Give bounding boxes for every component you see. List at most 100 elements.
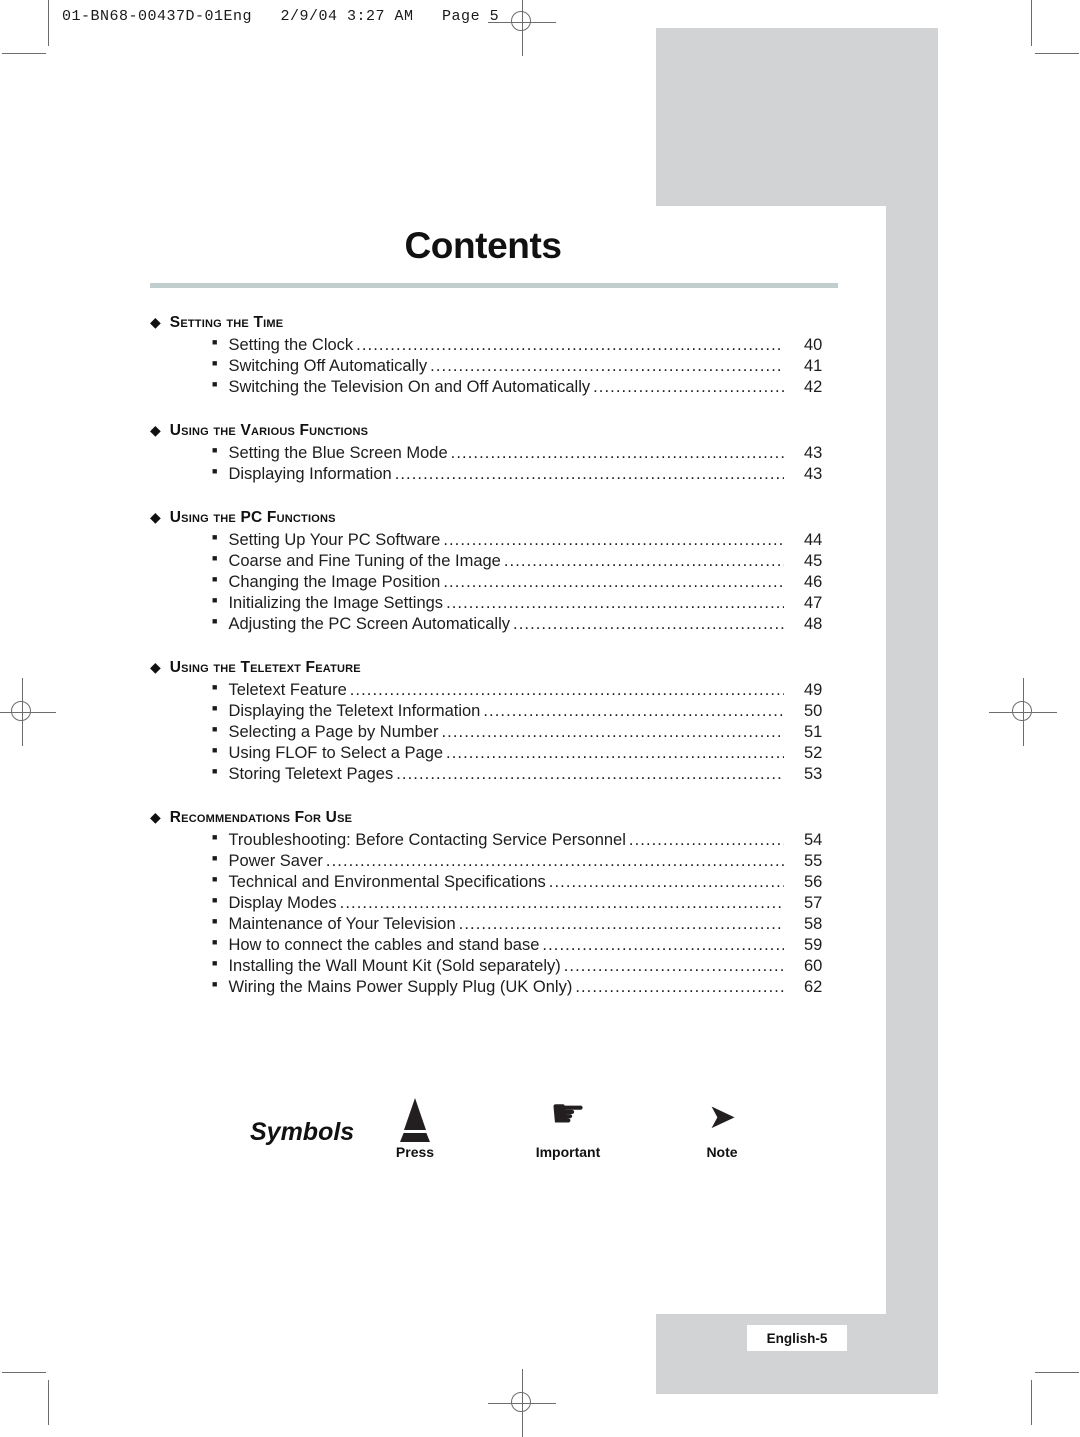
- square-bullet-icon: ■: [212, 766, 218, 776]
- toc-entry[interactable]: ■ Wiring the Mains Power Supply Plug (UK …: [212, 977, 838, 997]
- toc-entry[interactable]: ■ Initializing the Image Settings........…: [212, 593, 838, 613]
- toc-entry-label: Power Saver: [228, 852, 323, 870]
- square-bullet-icon: ■: [212, 358, 218, 368]
- toc-entry[interactable]: ■ Setting the Blue Screen Mode...........…: [212, 443, 838, 463]
- toc-entry[interactable]: ■ Coarse and Fine Tuning of the Image....…: [212, 551, 838, 571]
- press-triangle-icon: [355, 1092, 475, 1144]
- toc-entry-page-number: 51: [804, 723, 823, 741]
- toc-entry-label: Wiring the Mains Power Supply Plug (UK O…: [228, 978, 573, 996]
- note-arrow-icon: ➤: [662, 1092, 782, 1144]
- toc-entry[interactable]: ■ Setting Up Your PC Software............…: [212, 530, 838, 550]
- toc-entry[interactable]: ■ Installing the Wall Mount Kit (Sold sep…: [212, 956, 838, 976]
- toc-entry[interactable]: ■ Maintenance of Your Television.........…: [212, 914, 838, 934]
- toc-entry[interactable]: ■ Selecting a Page by Number.............…: [212, 722, 838, 742]
- leader-dots: ........................................…: [483, 702, 784, 720]
- symbol-note-caption: Note: [706, 1144, 738, 1160]
- toc-entry-label: Switching Off Automatically: [228, 357, 428, 375]
- toc-entry[interactable]: ■ Displaying Information.................…: [212, 464, 838, 484]
- contents-page: Contents ◆ Setting the Time ■ Setting the C…: [150, 225, 838, 1003]
- toc-entry[interactable]: ■ Teletext Feature.......................…: [212, 680, 838, 700]
- toc-entry[interactable]: ■ Using FLOF to Select a Page............…: [212, 743, 838, 763]
- toc-entry[interactable]: ■ Adjusting the PC Screen Automatically..…: [212, 614, 838, 634]
- symbol-important: ☛ Important: [508, 1092, 628, 1160]
- toc-entry[interactable]: ■ Switching Off Automatically............…: [212, 356, 838, 376]
- square-bullet-icon: ■: [212, 937, 218, 947]
- toc-section: ◆ Using the PC Functions ■ Setting Up Your …: [150, 509, 838, 634]
- toc-entry[interactable]: ■ Storing Teletext Pages.................…: [212, 764, 838, 784]
- title-divider: [150, 283, 838, 288]
- toc-entry-label: Selecting a Page by Number: [228, 723, 439, 741]
- toc-section-title: Recommendations For Use: [169, 809, 353, 826]
- toc-entry-page-number: 53: [804, 765, 823, 783]
- toc-entry-page-number: 54: [804, 831, 823, 849]
- toc-section-heading: ◆ Using the PC Functions: [150, 509, 838, 527]
- decorative-gray-column: [886, 206, 938, 1314]
- toc-entry-page-number: 46: [804, 573, 823, 591]
- toc-entry[interactable]: ■ Power Saver............................…: [212, 851, 838, 871]
- toc-entry[interactable]: ■ Displaying the Teletext Information....…: [212, 701, 838, 721]
- toc-section-heading: ◆ Recommendations For Use: [150, 809, 838, 827]
- leader-dots: ........................................…: [593, 378, 784, 396]
- square-bullet-icon: ■: [212, 379, 218, 389]
- leader-dots: ........................................…: [628, 831, 784, 849]
- diamond-bullet-icon: ◆: [150, 809, 161, 825]
- symbol-note: ➤ Note: [662, 1092, 782, 1160]
- toc-entry-page-number: 48: [804, 615, 823, 633]
- toc-entry-label: Storing Teletext Pages: [228, 765, 394, 783]
- toc-section: ◆ Using the Teletext Feature ■ Teletext Fea…: [150, 659, 838, 784]
- square-bullet-icon: ■: [212, 553, 218, 563]
- toc-entry-label: Using FLOF to Select a Page: [228, 744, 444, 762]
- page-title: Contents: [404, 225, 562, 266]
- leader-dots: ........................................…: [430, 357, 784, 375]
- toc-section-heading: ◆ Using the Teletext Feature: [150, 659, 838, 677]
- toc-entry[interactable]: ■ How to connect the cables and stand bas…: [212, 935, 838, 955]
- toc-entry-label: Initializing the Image Settings: [228, 594, 444, 612]
- leader-dots: ........................................…: [441, 723, 784, 741]
- toc-entry-page-number: 40: [804, 336, 823, 354]
- toc-section: ◆ Using the Various Functions ■ Setting the…: [150, 422, 838, 484]
- square-bullet-icon: ■: [212, 532, 218, 542]
- leader-dots: ........................................…: [548, 873, 784, 891]
- toc-entry[interactable]: ■ Changing the Image Position............…: [212, 572, 838, 592]
- leader-dots: ........................................…: [325, 852, 784, 870]
- toc-section-title: Using the Teletext Feature: [169, 659, 361, 676]
- square-bullet-icon: ■: [212, 895, 218, 905]
- square-bullet-icon: ■: [212, 832, 218, 842]
- square-bullet-icon: ■: [212, 853, 218, 863]
- symbols-legend: Symbols Press ☛ Important ➤ Note: [150, 1092, 838, 1182]
- diamond-bullet-icon: ◆: [150, 509, 161, 525]
- trim-line-left-bottom: [48, 1380, 49, 1425]
- toc-section-title: Using the PC Functions: [169, 509, 336, 526]
- leader-dots: ........................................…: [356, 336, 784, 354]
- toc-entry-label: Setting the Clock: [228, 336, 354, 354]
- toc-entry[interactable]: ■ Technical and Environmental Specificati…: [212, 872, 838, 892]
- square-bullet-icon: ■: [212, 574, 218, 584]
- toc-entry-page-number: 60: [804, 957, 823, 975]
- leader-dots: ........................................…: [349, 681, 784, 699]
- crop-tick-right-bottom: [1035, 1372, 1079, 1373]
- toc-entry[interactable]: ■ Display Modes..........................…: [212, 893, 838, 913]
- toc-entry-page-number: 56: [804, 873, 823, 891]
- leader-dots: ........................................…: [458, 915, 784, 933]
- toc-entry-label: Installing the Wall Mount Kit (Sold sepa…: [228, 957, 561, 975]
- pointing-hand-icon: ☛: [508, 1092, 628, 1144]
- toc-entry-label: Changing the Image Position: [228, 573, 441, 591]
- toc-entry[interactable]: ■ Setting the Clock......................…: [212, 335, 838, 355]
- crop-tick-left-bottom: [2, 1372, 46, 1373]
- diamond-bullet-icon: ◆: [150, 422, 161, 438]
- toc-entry-page-number: 50: [804, 702, 823, 720]
- leader-dots: ........................................…: [443, 573, 784, 591]
- square-bullet-icon: ■: [212, 595, 218, 605]
- table-of-contents: ◆ Setting the Time ■ Setting the Clock.....…: [150, 314, 838, 997]
- toc-entry[interactable]: ■ Troubleshooting: Before Contacting Serv…: [212, 830, 838, 850]
- toc-entry[interactable]: ■ Switching the Television On and Off Aut…: [212, 377, 838, 397]
- toc-entry-page-number: 52: [804, 744, 823, 762]
- toc-section-title: Using the Various Functions: [169, 422, 369, 439]
- toc-entry-label: Display Modes: [228, 894, 337, 912]
- toc-entry-page-number: 57: [804, 894, 823, 912]
- toc-section: ◆ Recommendations For Use ■ Troubleshooting…: [150, 809, 838, 997]
- square-bullet-icon: ■: [212, 724, 218, 734]
